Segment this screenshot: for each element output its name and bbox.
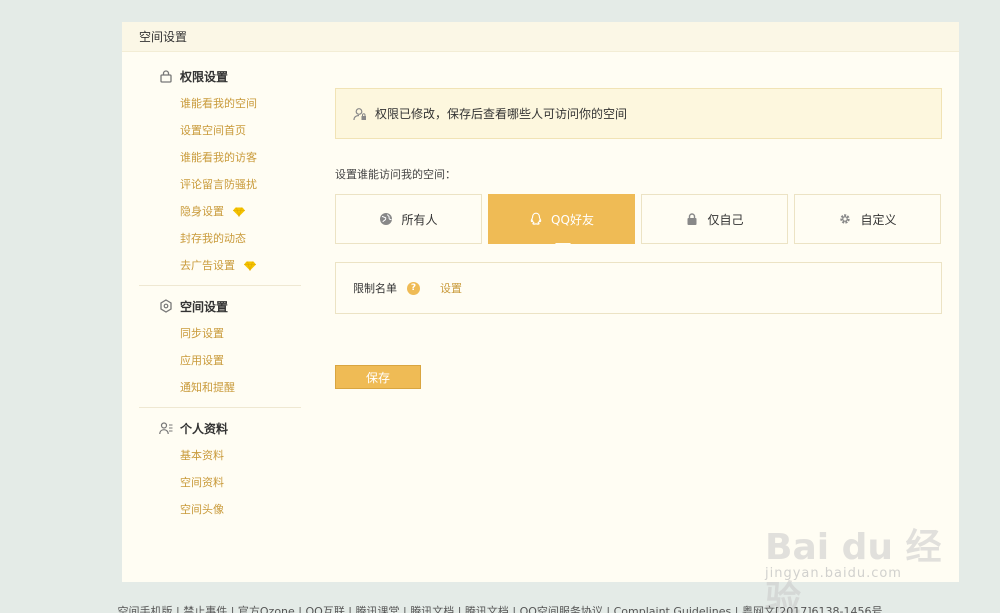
sidebar-item-label: 通知和提醒	[180, 381, 235, 394]
access-option-qq-friends[interactable]: QQ好友	[488, 194, 635, 252]
sidebar-item-archive-feeds[interactable]: 封存我的动态	[139, 225, 301, 252]
footer-links[interactable]: 空间手机版 | 禁止事件 | 官方Qzone | QQ互联 | 腾讯课堂 | 腾…	[0, 603, 1000, 613]
sidebar-item-who-can-view-visitors[interactable]: 谁能看我的访客	[139, 144, 301, 171]
sidebar-item-set-homepage[interactable]: 设置空间首页	[139, 117, 301, 144]
sidebar-item-label: 封存我的动态	[180, 232, 246, 245]
access-option-label: 所有人	[401, 212, 438, 227]
globe-icon	[379, 212, 393, 226]
restrict-list-set-link[interactable]: 设置	[440, 280, 462, 296]
profile-icon	[159, 421, 173, 435]
space-settings-icon	[159, 299, 173, 313]
access-option-everyone[interactable]: 所有人	[335, 194, 482, 244]
sidebar-group-label: 空间设置	[180, 299, 229, 314]
baidu-jingyan-watermark: Bai du 经验 jingyan.baidu.com	[765, 502, 955, 613]
sidebar-group-permissions: 权限设置 谁能看我的空间 设置空间首页 谁能看我的访客 评论留言防骚扰 隐身设置…	[139, 62, 301, 286]
save-button[interactable]: 保存	[335, 365, 421, 389]
sidebar-group-title[interactable]: 个人资料	[139, 414, 301, 442]
panel-title: 空间设置	[122, 22, 959, 52]
sidebar-item-sync[interactable]: 同步设置	[139, 320, 301, 347]
settings-panel: 空间设置 权限设置 谁能看我的空间 设置空间首页 谁能看我的访客 评论留言防骚扰…	[122, 22, 959, 582]
sidebar-item-space-avatar[interactable]: 空间头像	[139, 496, 301, 523]
sidebar-item-notifications[interactable]: 通知和提醒	[139, 374, 301, 401]
sidebar-item-basic-profile[interactable]: 基本资料	[139, 442, 301, 469]
access-option-label: 仅自己	[707, 212, 744, 227]
sidebar-item-label: 隐身设置	[180, 205, 224, 218]
sidebar-group-profile: 个人资料 基本资料 空间资料 空间头像	[139, 414, 301, 529]
sidebar: 权限设置 谁能看我的空间 设置空间首页 谁能看我的访客 评论留言防骚扰 隐身设置…	[139, 62, 301, 535]
notice-banner: 权限已修改，保存后查看哪些人可访问你的空间	[335, 88, 942, 139]
qq-icon	[529, 212, 543, 226]
access-option-label: QQ好友	[551, 212, 594, 227]
sidebar-group-title[interactable]: 空间设置	[139, 292, 301, 320]
user-lock-icon	[353, 107, 367, 121]
gear-icon	[838, 212, 852, 226]
access-option-label: 自定义	[860, 212, 897, 227]
sidebar-item-label: 同步设置	[180, 327, 224, 340]
notice-text: 权限已修改，保存后查看哪些人可访问你的空间	[375, 107, 628, 121]
sidebar-item-space-profile[interactable]: 空间资料	[139, 469, 301, 496]
sidebar-group-label: 权限设置	[180, 69, 229, 84]
watermark-url: jingyan.baidu.com	[765, 566, 902, 581]
sidebar-item-label: 谁能看我的访客	[180, 151, 257, 164]
sidebar-item-label: 去广告设置	[180, 259, 235, 272]
vip-diamond-icon	[243, 260, 257, 271]
lock-icon	[685, 212, 699, 226]
sidebar-item-invisible[interactable]: 隐身设置	[139, 198, 301, 225]
sidebar-group-title[interactable]: 权限设置	[139, 62, 301, 90]
sidebar-item-label: 设置空间首页	[180, 124, 246, 137]
help-icon[interactable]: ?	[407, 281, 420, 295]
sidebar-group-label: 个人资料	[180, 421, 229, 436]
restrict-list-label: 限制名单	[353, 282, 397, 295]
access-option-custom[interactable]: 自定义	[794, 194, 941, 244]
sidebar-item-anti-harassment[interactable]: 评论留言防骚扰	[139, 171, 301, 198]
sidebar-group-space-settings: 空间设置 同步设置 应用设置 通知和提醒	[139, 292, 301, 408]
sidebar-item-label: 谁能看我的空间	[180, 97, 257, 110]
sidebar-item-who-can-view-space[interactable]: 谁能看我的空间	[139, 90, 301, 117]
lock-icon	[159, 69, 173, 83]
sidebar-item-apps[interactable]: 应用设置	[139, 347, 301, 374]
sidebar-item-label: 空间资料	[180, 476, 224, 489]
sidebar-item-label: 应用设置	[180, 354, 224, 367]
restrict-list-row: 限制名单 ? 设置	[335, 262, 942, 314]
sidebar-item-label: 评论留言防骚扰	[180, 178, 257, 191]
vip-diamond-icon	[232, 206, 246, 217]
sidebar-item-label: 基本资料	[180, 449, 224, 462]
access-label: 设置谁能访问我的空间：	[335, 168, 456, 181]
access-options: 所有人 QQ好友 仅自己 自定义	[335, 194, 941, 252]
sidebar-item-label: 空间头像	[180, 503, 224, 516]
access-option-only-me[interactable]: 仅自己	[641, 194, 788, 244]
sidebar-item-ad-settings[interactable]: 去广告设置	[139, 252, 301, 279]
